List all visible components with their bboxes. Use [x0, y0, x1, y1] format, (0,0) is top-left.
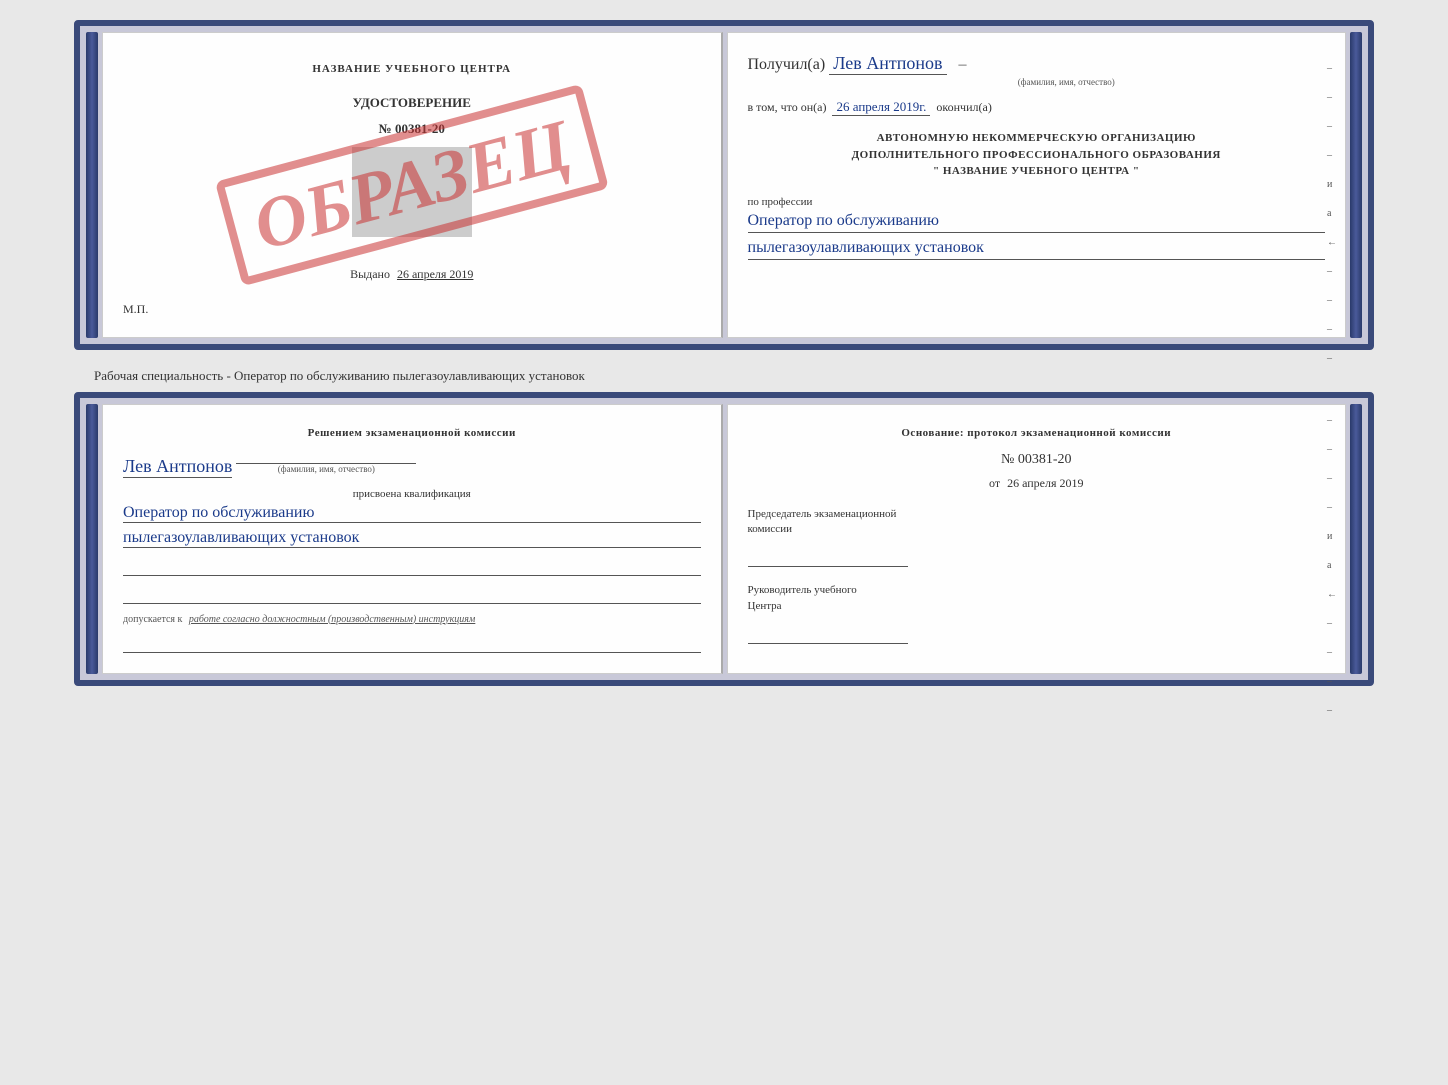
org-line3: " НАЗВАНИЕ УЧЕБНОГО ЦЕНТРА "	[748, 163, 1326, 180]
rukovoditel-line2: Центра	[748, 599, 1326, 614]
org-line1: АВТОНОМНУЮ НЕКОММЕРЧЕСКУЮ ОРГАНИЗАЦИЮ	[748, 130, 1326, 147]
dash-right-1: –	[959, 56, 967, 74]
osnovanie-label: Основание: протокол экзаменационной коми…	[748, 425, 1326, 442]
protocol-number: № 00381-20	[748, 452, 1326, 468]
top-right-page: Получил(а) Лев Антпонов – (фамилия, имя,…	[727, 32, 1347, 338]
rukovoditel-block: Руководитель учебного Центра	[748, 583, 1326, 644]
predsedatel-line2: комиссии	[748, 522, 1326, 537]
bottom-spine-left	[86, 404, 98, 674]
blank-line-3	[123, 633, 701, 653]
profession-line1: Оператор по обслуживанию	[748, 212, 1326, 233]
predsedatel-line1: Председатель экзаменационной	[748, 507, 1326, 522]
vydano-line: Выдано 26 апреля 2019	[123, 267, 701, 282]
rukovoditel-signature-line	[748, 624, 908, 644]
blank-line-1	[123, 556, 701, 576]
vydano-date: 26 апреля 2019	[397, 267, 473, 281]
qualification-line2: пылегазоулавливающих установок	[123, 529, 701, 548]
dopusk-block: допускается к работе согласно должностны…	[123, 614, 701, 625]
prisvoena-label: присвоена квалификация	[123, 488, 701, 500]
okonchil-label: окончил(а)	[936, 100, 991, 115]
dopusk-prefix: допускается к	[123, 614, 182, 625]
completion-date: 26 апреля 2019г.	[832, 99, 930, 116]
org-block: АВТОНОМНУЮ НЕКОММЕРЧЕСКУЮ ОРГАНИЗАЦИЮ ДО…	[748, 130, 1326, 180]
fio-hint: (фамилия, имя, отчество)	[808, 77, 1326, 87]
po-professii-label: по профессии	[748, 196, 1326, 208]
predsedatel-block: Председатель экзаменационной комиссии	[748, 507, 1326, 568]
book-spine-left	[86, 32, 98, 338]
bottom-right-page: Основание: протокол экзаменационной коми…	[727, 404, 1347, 674]
bottom-left-page: Решением экзаменационной комиссии Лев Ан…	[102, 404, 723, 674]
blank-line-2	[123, 584, 701, 604]
qualification-line1: Оператор по обслуживанию	[123, 504, 701, 523]
vtom-line: в том, что он(а) 26 апреля 2019г. окончи…	[748, 99, 1326, 116]
vydano-prefix: Выдано	[350, 267, 390, 281]
ot-date-block: от 26 апреля 2019	[748, 476, 1326, 491]
poluchil-label: Получил(а)	[748, 56, 826, 74]
protokol-date: 26 апреля 2019	[1007, 476, 1083, 490]
middle-specialty-label: Рабочая специальность - Оператор по обсл…	[74, 360, 1374, 392]
bottom-certificate-book: Решением экзаменационной комиссии Лев Ан…	[74, 392, 1374, 686]
ot-prefix: от	[989, 476, 1000, 490]
cert-udostoverenie-label: УДОСТОВЕРЕНИЕ	[123, 95, 701, 111]
org-line2: ДОПОЛНИТЕЛЬНОГО ПРОФЕССИОНАЛЬНОГО ОБРАЗО…	[748, 147, 1326, 164]
cert-number: № 00381-20	[123, 121, 701, 137]
photo-placeholder	[352, 147, 472, 237]
bottom-name-block: Лев Антпонов (фамилия, имя, отчество)	[123, 450, 701, 478]
resheniyem-label: Решением экзаменационной комиссии	[123, 425, 701, 442]
right-dashes-bottom: – – – – и а ← – – – –	[1327, 415, 1337, 716]
dopusk-text: работе согласно должностным (производств…	[189, 614, 475, 625]
resheniyem-block: Решением экзаменационной комиссии	[123, 425, 701, 442]
bottom-person-name: Лев Антпонов	[123, 456, 232, 478]
vtom-prefix: в том, что он(а)	[748, 100, 827, 115]
school-name-header: НАЗВАНИЕ УЧЕБНОГО ЦЕНТРА	[123, 63, 701, 75]
side-dashes: – – – – и а ← – – – –	[1327, 63, 1337, 364]
rukovoditel-line1: Руководитель учебного	[748, 583, 1326, 598]
bottom-spine-right	[1350, 404, 1362, 674]
top-left-page: НАЗВАНИЕ УЧЕБНОГО ЦЕНТРА УДОСТОВЕРЕНИЕ №…	[102, 32, 723, 338]
poluchil-row: Получил(а) Лев Антпонов –	[748, 53, 1326, 75]
bottom-fio-hint: (фамилия, имя, отчество)	[236, 463, 416, 474]
mp-label: М.П.	[123, 302, 701, 317]
profession-line2: пылегазоулавливающих установок	[748, 239, 1326, 260]
osnovanie-block: Основание: протокол экзаменационной коми…	[748, 425, 1326, 442]
recipient-name: Лев Антпонов	[829, 53, 946, 75]
predsedatel-signature-line	[748, 547, 908, 567]
top-certificate-book: НАЗВАНИЕ УЧЕБНОГО ЦЕНТРА УДОСТОВЕРЕНИЕ №…	[74, 20, 1374, 350]
book-spine-right	[1350, 32, 1362, 338]
